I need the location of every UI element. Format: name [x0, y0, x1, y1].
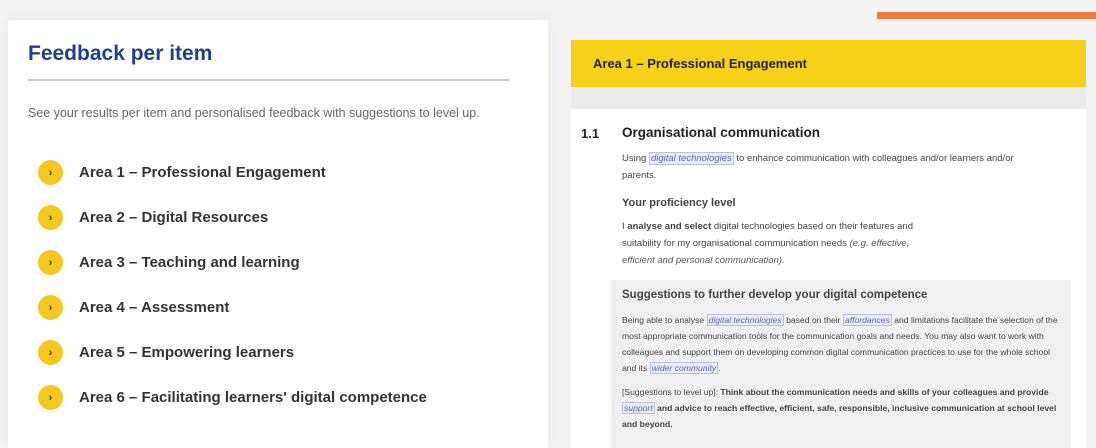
- area-label[interactable]: Area 6 – Facilitating learners' digital …: [79, 389, 427, 406]
- prof-bold: analyse and select: [627, 221, 712, 232]
- accent-bar: [877, 12, 1096, 19]
- sugg-text: based on their: [783, 315, 843, 325]
- area-label[interactable]: Area 1 – Professional Engagement: [79, 164, 326, 181]
- area-item-6[interactable]: › Area 6 – Facilitating learners' digita…: [38, 375, 427, 420]
- chevron-right-icon[interactable]: ›: [38, 160, 63, 185]
- sugg-bold: Think about the communication needs and …: [720, 387, 1049, 397]
- sugg-text: .: [718, 363, 721, 373]
- suggestions-paragraph: Being able to analyse digital technologi…: [622, 312, 1062, 376]
- level-up-paragraph: [Suggestions to level up]: Think about t…: [622, 384, 1062, 432]
- section-description: Using digital technologies to enhance co…: [622, 150, 1042, 184]
- glossary-link[interactable]: affordances: [842, 314, 892, 326]
- area-header: Area 1 – Professional Engagement: [571, 40, 1086, 87]
- section-number: 1.1: [581, 126, 600, 141]
- sugg-text: [Suggestions to level up]:: [622, 387, 721, 397]
- page-title: Feedback per item: [28, 42, 213, 65]
- sugg-bold: and advice to reach effective, efficient…: [622, 403, 1057, 429]
- chevron-right-icon[interactable]: ›: [38, 340, 63, 365]
- area-label[interactable]: Area 3 – Teaching and learning: [79, 254, 300, 271]
- chevron-right-icon[interactable]: ›: [38, 250, 63, 275]
- glossary-link[interactable]: support: [622, 402, 655, 414]
- area-item-1[interactable]: › Area 1 – Professional Engagement: [38, 150, 427, 195]
- suggestions-box: Suggestions to further develop your digi…: [611, 280, 1071, 448]
- suggestions-heading: Suggestions to further develop your digi…: [622, 289, 928, 301]
- glossary-link[interactable]: digital technologies: [648, 152, 734, 165]
- area-item-5[interactable]: › Area 5 – Empowering learners: [38, 330, 427, 375]
- glossary-link[interactable]: digital technologies: [706, 314, 784, 326]
- desc-text: Using: [622, 153, 649, 164]
- area-label[interactable]: Area 4 – Assessment: [79, 299, 229, 316]
- area-list: › Area 1 – Professional Engagement › Are…: [38, 150, 427, 420]
- feedback-document: Area 1 – Professional Engagement 1.1 Org…: [571, 40, 1086, 448]
- area-item-4[interactable]: › Area 4 – Assessment: [38, 285, 427, 330]
- chevron-right-icon[interactable]: ›: [38, 385, 63, 410]
- sugg-text: Being able to analyse: [622, 315, 707, 325]
- header-band: [571, 87, 1086, 109]
- chevron-right-icon[interactable]: ›: [38, 295, 63, 320]
- area-label[interactable]: Area 2 – Digital Resources: [79, 209, 268, 226]
- area-item-3[interactable]: › Area 3 – Teaching and learning: [38, 240, 427, 285]
- chevron-right-icon[interactable]: ›: [38, 205, 63, 230]
- area-label[interactable]: Area 5 – Empowering learners: [79, 344, 294, 361]
- proficiency-heading: Your proficiency level: [622, 197, 736, 209]
- glossary-link[interactable]: wider community: [649, 362, 719, 374]
- proficiency-text: I analyse and select digital technologie…: [622, 218, 922, 269]
- area-header-title: Area 1 – Professional Engagement: [593, 56, 807, 71]
- section-title: Organisational communication: [622, 125, 821, 140]
- area-item-2[interactable]: › Area 2 – Digital Resources: [38, 195, 427, 240]
- intro-text: See your results per item and personalis…: [28, 106, 480, 120]
- title-divider: [28, 79, 509, 81]
